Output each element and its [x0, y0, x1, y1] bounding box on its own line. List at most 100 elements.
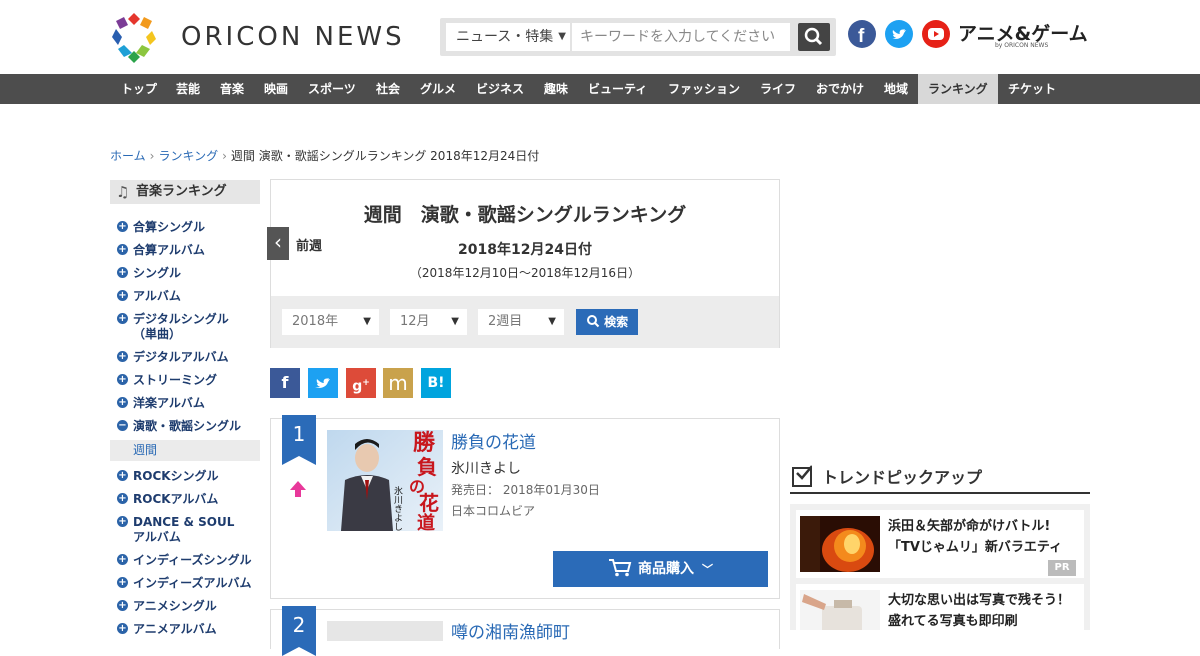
nav-odekake[interactable]: おでかけ: [809, 74, 871, 104]
ranking-range: （2018年12月10日～2018年12月16日）: [409, 266, 641, 280]
breadcrumb-home[interactable]: ホーム: [110, 149, 146, 163]
nav-entertainment[interactable]: 芸能: [169, 74, 207, 104]
sidebar-item-label: ROCKアルバム: [133, 492, 219, 506]
minus-icon: −: [117, 420, 128, 431]
rank-badge: 1: [282, 415, 316, 465]
chevron-down-icon: ▼: [363, 316, 371, 327]
trend-item[interactable]: 大切な思い出は写真で残そう！盛れてる写真も即印刷: [796, 584, 1084, 630]
facebook-icon[interactable]: f: [848, 20, 876, 48]
sidebar-item-label: デジタルアルバム: [133, 350, 229, 364]
sidebar-item-combined-single[interactable]: + 合算シングル: [110, 220, 260, 235]
trend-item-text: 浜田＆矢部が命がけバトル!「TVじゃムリ」新バラエティ: [888, 519, 1063, 555]
sidebar-item-album[interactable]: + アルバム: [110, 289, 260, 304]
svg-text:勝: 勝: [413, 430, 436, 456]
song-title-link[interactable]: 勝負の花道: [451, 428, 536, 453]
sidebar-item-label: ストリーミング: [133, 373, 218, 387]
svg-text:道: 道: [417, 512, 435, 531]
year-select[interactable]: 2018年 ▼: [282, 309, 379, 335]
search-category-select[interactable]: ニュース・特集 ▼: [446, 23, 570, 51]
sidebar-item-combined-album[interactable]: + 合算アルバム: [110, 243, 260, 258]
nav-top[interactable]: トップ: [114, 74, 164, 104]
trend-item[interactable]: 浜田＆矢部が命がけバトル!「TVじゃムリ」新バラエティ PR: [796, 510, 1084, 578]
svg-text:花: 花: [419, 491, 439, 515]
plus-icon: +: [117, 267, 128, 278]
trend-thumbnail: [800, 516, 880, 572]
plus-icon: +: [117, 577, 128, 588]
ranking-header-panel: 週間 演歌・歌謡シングルランキング ‹ 前週 2018年12月24日付 （201…: [267, 179, 780, 348]
breadcrumb-ranking[interactable]: ランキング: [158, 149, 218, 163]
sidebar-item-single[interactable]: + シングル: [110, 266, 260, 281]
twitter-icon[interactable]: [885, 20, 913, 48]
share-twitter-icon[interactable]: [308, 368, 338, 398]
music-note-icon: ♫: [116, 183, 130, 201]
search-icon: [586, 315, 600, 328]
youtube-icon[interactable]: [922, 20, 950, 48]
sidebar-item-rock-album[interactable]: + ROCKアルバム: [110, 492, 260, 507]
nav-ranking[interactable]: ランキング: [918, 74, 998, 104]
chevron-down-icon: ▼: [451, 316, 459, 327]
sidebar-item-anime-single[interactable]: + アニメシングル: [110, 599, 260, 614]
sidebar-item-rock-single[interactable]: + ROCKシングル: [110, 469, 260, 484]
oricon-logo-icon[interactable]: [110, 11, 158, 63]
sidebar-item-digital-single[interactable]: + デジタルシングル（単曲）: [110, 312, 240, 342]
buy-button[interactable]: 商品購入 ﹀: [553, 551, 768, 587]
global-nav: トップ 芸能 音楽 映画 スポーツ 社会 グルメ ビジネス 趣味 ビューティ フ…: [0, 74, 1200, 104]
sidebar-item-enka-single[interactable]: − 演歌・歌謡シングル: [110, 419, 260, 434]
site-header: ORICON NEWS ニュース・特集 ▼ f アニメ&ゲーム by ORICO…: [0, 0, 1200, 74]
sidebar-subitem-weekly[interactable]: 週間: [110, 440, 260, 461]
filter-search-button[interactable]: 検索: [576, 309, 638, 335]
plus-icon: +: [117, 351, 128, 362]
share-hatena-icon[interactable]: B!: [421, 368, 451, 398]
trend-thumbnail: [800, 590, 880, 630]
sidebar-item-indies-single[interactable]: + インディーズシングル: [110, 553, 260, 568]
search-button[interactable]: [798, 23, 830, 51]
nav-society[interactable]: 社会: [369, 74, 407, 104]
share-facebook-icon[interactable]: f: [270, 368, 300, 398]
search-icon: [804, 27, 823, 46]
sidebar-item-western-album[interactable]: + 洋楽アルバム: [110, 396, 260, 411]
nav-region[interactable]: 地域: [877, 74, 915, 104]
breadcrumb-current: 週間 演歌・歌謡シングルランキング 2018年12月24日付: [230, 149, 540, 163]
record-label: 日本コロムビア: [451, 504, 536, 518]
chevron-right-icon: ›: [149, 149, 155, 163]
nav-ticket[interactable]: チケット: [1001, 74, 1063, 104]
chevron-down-icon: ▼: [548, 316, 556, 327]
nav-beauty[interactable]: ビューティ: [581, 74, 654, 104]
nav-music[interactable]: 音楽: [213, 74, 251, 104]
month-select[interactable]: 12月 ▼: [390, 309, 467, 335]
svg-text:負: 負: [417, 455, 437, 479]
week-select[interactable]: 2週目 ▼: [478, 309, 564, 335]
sidebar-item-dance-soul-album[interactable]: + DANCE & SOUL アルバム: [110, 515, 235, 545]
search-bar: ニュース・特集 ▼: [440, 18, 836, 56]
cd-jacket-image[interactable]: 勝 負 の 花 道 氷川きよし: [327, 430, 443, 531]
sidebar-item-label: デジタルシングル（単曲）: [133, 312, 229, 341]
nav-gourmet[interactable]: グルメ: [413, 74, 463, 104]
nav-sports[interactable]: スポーツ: [301, 74, 363, 104]
oricon-news-logo[interactable]: ORICON NEWS: [181, 22, 405, 52]
nav-movie[interactable]: 映画: [257, 74, 295, 104]
sidebar-item-label: アニメシングル: [133, 599, 217, 613]
song-title-link[interactable]: 噂の湘南漁師町: [451, 618, 570, 643]
sidebar-item-label: インディーズアルバム: [133, 576, 252, 590]
sidebar-title-label: 音楽ランキング: [136, 184, 227, 199]
sidebar-item-streaming[interactable]: + ストリーミング: [110, 373, 260, 388]
nav-fashion[interactable]: ファッション: [661, 74, 747, 104]
plus-icon: +: [117, 313, 128, 324]
cd-jacket-image[interactable]: [327, 621, 443, 641]
share-mixi-icon[interactable]: m: [383, 368, 413, 398]
anime-game-byline: by ORICON NEWS: [995, 42, 1049, 49]
artist-name[interactable]: 氷川きよし: [451, 458, 521, 478]
share-googleplus-icon[interactable]: g+: [346, 368, 376, 398]
sidebar-item-digital-album[interactable]: + デジタルアルバム: [110, 350, 260, 365]
nav-business[interactable]: ビジネス: [469, 74, 531, 104]
pr-badge: PR: [1048, 560, 1076, 576]
sidebar-item-indies-album[interactable]: + インディーズアルバム: [110, 576, 260, 591]
nav-hobby[interactable]: 趣味: [537, 74, 575, 104]
svg-text:f: f: [858, 26, 865, 47]
ranking-entry: 2 噂の湘南漁師町: [270, 606, 780, 656]
plus-icon: +: [117, 493, 128, 504]
cart-icon: [609, 559, 632, 577]
nav-life[interactable]: ライフ: [753, 74, 803, 104]
search-input[interactable]: [572, 23, 790, 51]
month-select-value: 12月: [400, 314, 430, 329]
